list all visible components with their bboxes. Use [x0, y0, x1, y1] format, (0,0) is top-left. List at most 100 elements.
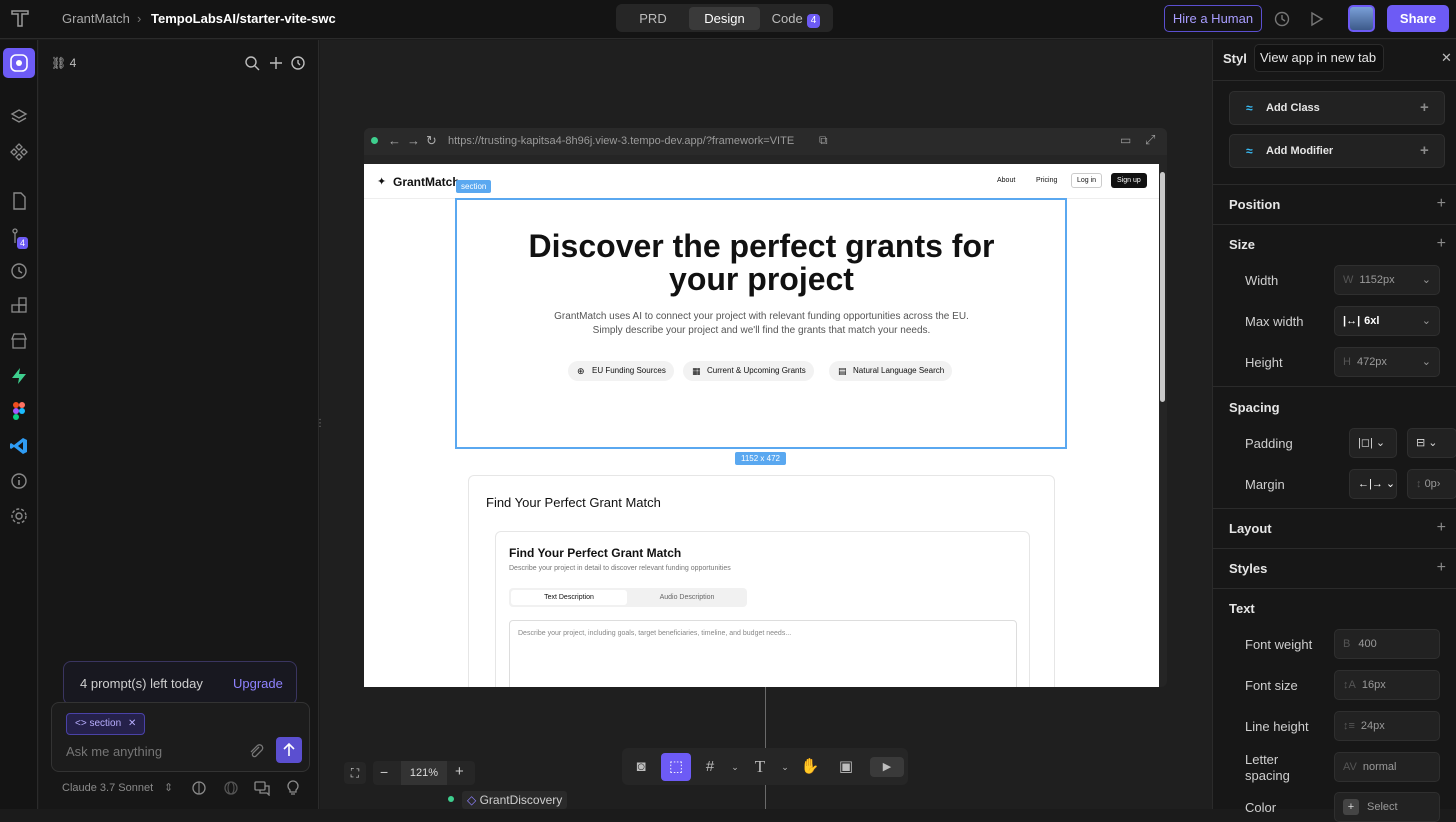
height-field[interactable]: H 472px ⌄: [1334, 347, 1440, 377]
avatar[interactable]: [1348, 5, 1375, 32]
brain-icon[interactable]: [191, 780, 207, 796]
search-icon[interactable]: [244, 55, 260, 71]
font-weight-label: Font weight: [1245, 637, 1313, 652]
thread-count[interactable]: ⛓ 4: [51, 56, 76, 70]
scrollbar-thumb[interactable]: [1160, 172, 1165, 402]
tab-code[interactable]: Code 4: [762, 7, 830, 30]
figma-icon[interactable]: [9, 401, 29, 421]
font-weight-field[interactable]: B 400: [1334, 629, 1440, 659]
zoom-level[interactable]: 121%: [401, 761, 447, 785]
tab-design[interactable]: Design: [689, 7, 760, 30]
chat-bubbles-icon[interactable]: [254, 780, 270, 797]
letter-spacing-field[interactable]: AV normal: [1334, 752, 1440, 782]
file-icon[interactable]: [9, 191, 29, 211]
chevron-down-icon: ⌄: [1421, 315, 1431, 327]
close-icon[interactable]: ✕: [1441, 50, 1452, 66]
padding-y-field[interactable]: ⊟ ⌄: [1407, 428, 1456, 458]
project-description-textarea[interactable]: Describe your project, including goals, …: [509, 620, 1017, 687]
plus-icon: +: [1420, 99, 1429, 116]
width-field[interactable]: W 1152px ⌄: [1334, 265, 1440, 295]
spacing-heading[interactable]: Spacing: [1229, 400, 1280, 415]
repo-name[interactable]: TempoLabsAI/starter-vite-swc: [151, 11, 336, 26]
history-icon[interactable]: [1273, 10, 1291, 28]
info-icon[interactable]: [9, 471, 29, 491]
layers-icon[interactable]: [9, 107, 29, 127]
chevron-down-icon[interactable]: ⌄: [723, 755, 747, 779]
store-icon[interactable]: [9, 331, 29, 351]
tempo-logo-icon[interactable]: [10, 8, 30, 28]
margin-x-field[interactable]: ←|→ ⌄: [1349, 469, 1397, 499]
line-height-field[interactable]: ↕≡ 24px: [1334, 711, 1440, 741]
add-modifier-button[interactable]: ≈ Add Modifier +: [1229, 134, 1445, 168]
tab-prd[interactable]: PRD: [619, 7, 687, 30]
tab-text-description[interactable]: Text Description: [511, 590, 627, 605]
project-name[interactable]: GrantMatch: [62, 11, 130, 26]
chevron-down-icon[interactable]: ⌄: [773, 755, 797, 779]
image-icon[interactable]: ▣: [834, 755, 858, 779]
styles-heading[interactable]: Styles: [1229, 561, 1267, 576]
add-widget-icon[interactable]: [9, 296, 29, 316]
layout-heading[interactable]: Layout: [1229, 521, 1272, 536]
padding-x-field[interactable]: |◻| ⌄: [1349, 428, 1397, 458]
chat-history-icon[interactable]: [290, 55, 306, 71]
attach-paperclip-icon[interactable]: [248, 743, 264, 759]
resize-handle-left[interactable]: ⋮: [315, 418, 325, 432]
styles-plus-icon[interactable]: +: [1437, 559, 1446, 577]
refresh-icon[interactable]: ↻: [426, 133, 437, 149]
margin-y-field[interactable]: ↕ 0p›: [1407, 469, 1456, 499]
max-width-field[interactable]: |↔| 6xl ⌄: [1334, 306, 1440, 336]
position-plus-icon[interactable]: +: [1437, 195, 1446, 213]
fit-screen-icon[interactable]: ⛶: [344, 762, 366, 784]
git-branch-icon[interactable]: 4: [9, 227, 29, 249]
preview-url[interactable]: https://trusting-kapitsa4-8h96j.view-3.t…: [448, 135, 794, 147]
share-button[interactable]: Share: [1387, 5, 1449, 32]
nav-signup[interactable]: Sign up: [1111, 173, 1147, 188]
layout-plus-icon[interactable]: +: [1437, 519, 1446, 537]
nav-login[interactable]: Log in: [1071, 173, 1103, 188]
forward-arrow-icon[interactable]: →: [407, 133, 420, 148]
play-icon[interactable]: [1307, 10, 1325, 28]
supabase-icon[interactable]: [9, 366, 29, 386]
back-arrow-icon[interactable]: ←: [388, 133, 401, 148]
upgrade-link[interactable]: Upgrade: [233, 676, 283, 691]
nav-pricing[interactable]: Pricing: [1036, 177, 1057, 184]
text-heading[interactable]: Text: [1229, 601, 1255, 616]
external-link-icon[interactable]: ⧉: [819, 133, 828, 148]
new-chat-plus-icon[interactable]: [268, 55, 284, 71]
chat-input[interactable]: [66, 741, 236, 761]
lightbulb-icon[interactable]: [285, 780, 301, 796]
site-logo[interactable]: GrantMatch: [393, 175, 460, 189]
size-plus-icon[interactable]: +: [1437, 235, 1446, 253]
vscode-icon[interactable]: [9, 436, 29, 456]
text-tool-icon[interactable]: T: [748, 755, 772, 779]
add-class-button[interactable]: ≈ Add Class +: [1229, 91, 1445, 125]
position-heading[interactable]: Position: [1229, 197, 1280, 212]
preview-play-icon[interactable]: ▶: [870, 757, 904, 777]
zoom-out-icon[interactable]: −: [380, 764, 388, 780]
model-selector[interactable]: Claude 3.7 Sonnet: [62, 782, 153, 794]
select-pointer-icon[interactable]: ⬚: [661, 753, 691, 781]
device-laptop-icon[interactable]: ▭: [1120, 133, 1131, 147]
context-chip[interactable]: <> section ✕: [66, 713, 146, 735]
chevron-updown-icon[interactable]: ⇕: [164, 781, 173, 794]
settings-gear-icon[interactable]: [9, 506, 29, 526]
status-dot: [448, 796, 454, 802]
chip-nl-search: ▤ Natural Language Search: [829, 361, 953, 381]
tab-audio-description[interactable]: Audio Description: [629, 590, 745, 605]
camera-icon[interactable]: ◙: [629, 755, 653, 779]
globe-icon[interactable]: [223, 780, 239, 796]
send-button[interactable]: [276, 737, 302, 763]
size-heading[interactable]: Size: [1229, 237, 1255, 252]
components-icon[interactable]: [9, 142, 29, 162]
hand-pan-icon[interactable]: ✋: [798, 755, 822, 779]
history-icon[interactable]: [9, 261, 29, 281]
font-size-field[interactable]: ↕A 16px: [1334, 670, 1440, 700]
color-field[interactable]: + Select: [1334, 792, 1440, 822]
frame-hash-icon[interactable]: #: [698, 755, 722, 779]
nav-about[interactable]: About: [997, 177, 1015, 184]
zoom-in-icon[interactable]: +: [455, 763, 464, 780]
hire-human-button[interactable]: Hire a Human: [1164, 5, 1262, 32]
fullscreen-icon[interactable]: ⤢: [1145, 132, 1155, 148]
close-icon[interactable]: ✕: [128, 718, 136, 729]
ai-chat-icon[interactable]: [3, 48, 35, 78]
